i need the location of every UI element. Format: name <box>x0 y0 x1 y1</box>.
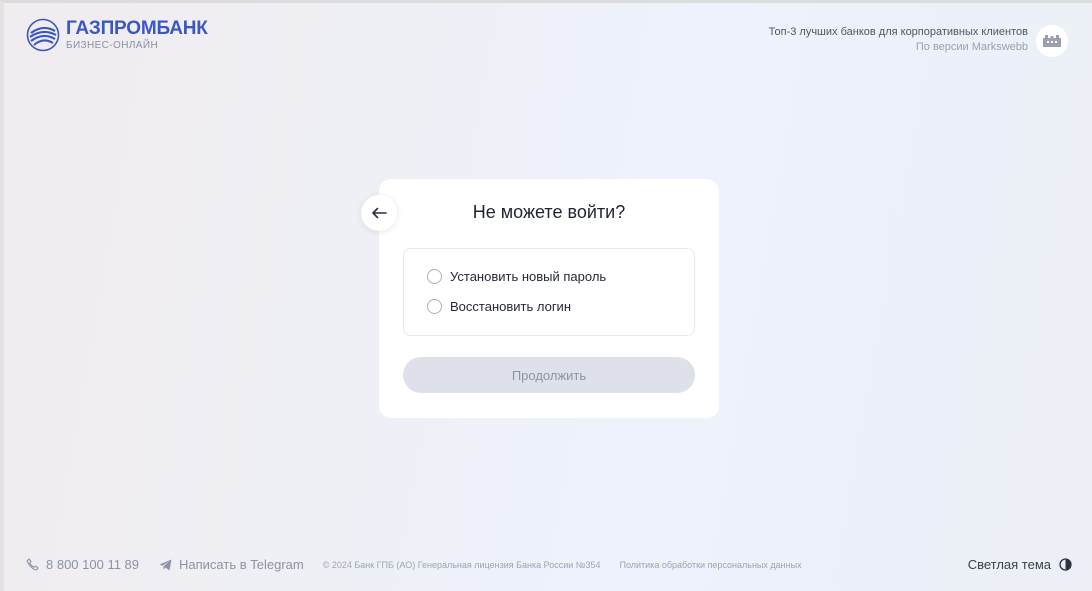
theme-label: Светлая тема <box>967 557 1051 572</box>
logo-title: ГАЗПРОМБАНК <box>66 17 208 39</box>
option-new-password[interactable]: Установить новый пароль <box>427 269 606 284</box>
options-group: Установить новый пароль Восстановить лог… <box>403 248 695 336</box>
rating-source: По версии Markswebb <box>915 41 1028 53</box>
radio-restore-login[interactable] <box>427 299 442 314</box>
rating-badge[interactable] <box>1036 25 1068 57</box>
back-button[interactable] <box>361 195 397 231</box>
radio-new-password[interactable] <box>427 269 442 284</box>
privacy-policy-link[interactable]: Политика обработки персональных данных <box>619 560 801 570</box>
theme-toggle[interactable]: Светлая тема <box>968 557 1072 572</box>
theme-toggle-icon <box>1059 558 1072 571</box>
card-title: Не можете войти? <box>472 202 626 222</box>
rating-info: Топ-3 лучших банков для корпоративных кл… <box>769 25 1028 54</box>
phone-icon <box>26 558 39 571</box>
telegram-link[interactable]: Написать в Telegram <box>159 557 304 572</box>
copyright-text: © 2024 Банк ГПБ (АО) Генеральная лицензи… <box>322 559 601 570</box>
back-arrow-icon <box>372 207 387 219</box>
rating-badge-icon <box>1043 35 1061 47</box>
option-restore-login[interactable]: Восстановить логин <box>427 299 571 314</box>
logo-globe-icon <box>26 18 60 52</box>
telegram-label: Написать в Telegram <box>179 557 304 572</box>
option-label: Установить новый пароль <box>450 269 607 284</box>
logo-subtitle: БИЗНЕС-ОНЛАЙН <box>66 39 159 51</box>
phone-number: 8 800 100 11 89 <box>46 557 140 572</box>
rating-title: Топ-3 лучших банков для корпоративных кл… <box>768 26 1028 38</box>
continue-button[interactable]: Продолжить <box>403 357 695 393</box>
footer: 8 800 100 11 89 Написать в Telegram © 20… <box>26 557 802 572</box>
phone-link[interactable]: 8 800 100 11 89 <box>26 557 139 572</box>
telegram-icon <box>159 559 172 570</box>
brand-logo[interactable]: ГАЗПРОМБАНК БИЗНЕС-ОНЛАЙН <box>26 18 208 52</box>
login-help-card: Не можете войти? Установить новый пароль… <box>379 179 719 418</box>
option-label: Восстановить логин <box>450 299 571 314</box>
